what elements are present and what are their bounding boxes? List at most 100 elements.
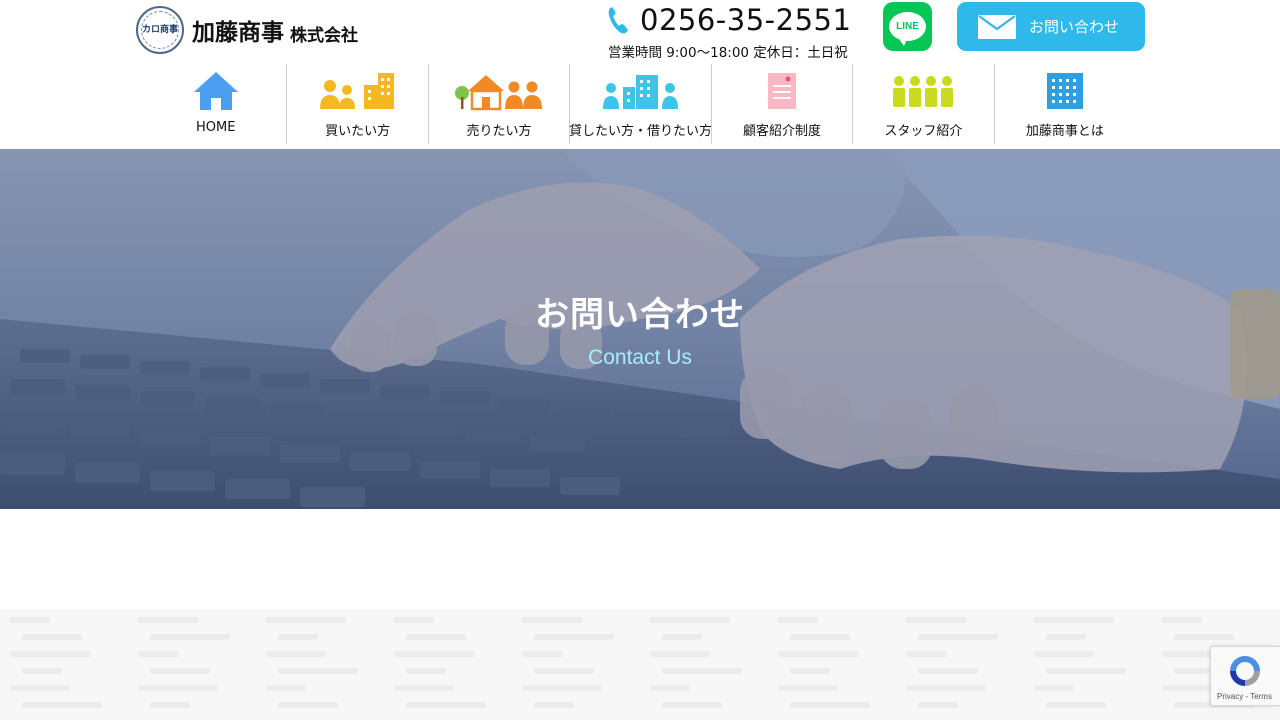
background-pattern-mark (150, 702, 190, 708)
contact-button[interactable]: お問い合わせ (957, 2, 1145, 51)
nav-label: スタッフ紹介 (884, 124, 963, 139)
line-icon: LINE (889, 12, 926, 46)
background-pattern-mark (278, 702, 338, 708)
background-pattern-mark (522, 685, 602, 691)
phone-icon (606, 4, 630, 36)
logo-emblem-text: カロ商事 (141, 25, 178, 35)
site-header: カロ商事 加藤商事 株式会社 0256-35-2551 営業時間 9:00〜18… (0, 0, 1280, 64)
background-pattern-mark (790, 634, 850, 640)
background-pattern-mark (522, 617, 582, 623)
nav-item-referral[interactable]: 顧客紹介制度 (710, 64, 852, 144)
nav-label: 貸したい方・借りたい方 (569, 124, 713, 139)
background-pattern-mark (1046, 634, 1086, 640)
phone-block: 0256-35-2551 営業時間 9:00〜18:00 定休日：土日祝 (606, 3, 866, 61)
background-pattern-mark (138, 685, 218, 691)
background-pattern-mark (278, 668, 358, 674)
background-pattern-mark (266, 617, 346, 623)
nav-label: 買いたい方 (325, 124, 391, 139)
nav-label: 加藤商事とは (1025, 124, 1104, 139)
nav-item-rental[interactable]: 貸したい方・借りたい方 (569, 64, 713, 144)
background-pattern-mark (22, 634, 82, 640)
background-pattern-mark (1034, 651, 1094, 657)
nav-item-about[interactable]: 加藤商事とは (993, 64, 1135, 144)
rental-icon (602, 68, 679, 114)
background-pattern-mark (1046, 702, 1106, 708)
background-pattern-mark (650, 617, 730, 623)
line-label: LINE (896, 21, 919, 32)
phone-number[interactable]: 0256-35-2551 (640, 3, 851, 37)
background-pattern-mark (406, 702, 486, 708)
background-pattern-mark (906, 617, 966, 623)
site-logo[interactable]: カロ商事 加藤商事 株式会社 (136, 6, 358, 54)
recaptcha-links[interactable]: Privacy - Terms (1217, 692, 1272, 701)
logo-emblem-icon: カロ商事 (136, 6, 184, 54)
background-pattern-mark (1174, 668, 1214, 674)
background-pattern-mark (650, 685, 690, 691)
company-suffix: 株式会社 (290, 25, 358, 46)
background-pattern-mark (138, 617, 198, 623)
background-pattern-mark (138, 651, 178, 657)
nav-item-buyers[interactable]: 買いたい方 (286, 64, 427, 144)
background-pattern-mark (906, 685, 986, 691)
background-pattern-mark (22, 702, 102, 708)
background-pattern-mark (1046, 668, 1126, 674)
background-pattern-mark (394, 685, 454, 691)
background-pattern-mark (22, 668, 62, 674)
company-building-icon (1046, 68, 1084, 114)
company-name: 加藤商事 (192, 20, 284, 46)
nav-item-staff[interactable]: スタッフ紹介 (852, 64, 993, 144)
background-pattern-mark (10, 685, 70, 691)
background-pattern-mark (662, 634, 702, 640)
background-pattern-mark (778, 685, 838, 691)
background-pattern-mark (266, 685, 306, 691)
nav-label: HOME (195, 120, 236, 135)
background-pattern-mark (1034, 617, 1114, 623)
background-pattern-mark (778, 617, 818, 623)
background-pattern-mark (266, 651, 326, 657)
background-pattern-mark (1162, 617, 1202, 623)
background-pattern-mark (662, 668, 742, 674)
page-subtitle: Contact Us (588, 346, 692, 369)
background-pattern-mark (790, 702, 870, 708)
background-pattern-mark (534, 634, 614, 640)
nav-item-home[interactable]: HOME (145, 64, 286, 144)
mail-icon (977, 13, 1017, 41)
hero-banner: お問い合わせ Contact Us (0, 149, 1280, 509)
page-title: お問い合わせ (535, 295, 745, 335)
nav-label: 売りたい方 (466, 124, 532, 139)
background-pattern-mark (778, 651, 858, 657)
background-pattern-mark (650, 651, 710, 657)
staff-icon (892, 68, 954, 114)
background-pattern-mark (918, 634, 998, 640)
referral-document-icon (766, 68, 798, 114)
background-pattern-mark (1034, 685, 1074, 691)
background-pattern-mark (394, 651, 474, 657)
home-icon (192, 68, 240, 114)
line-button[interactable]: LINE (883, 2, 932, 51)
background-pattern-mark (1174, 634, 1234, 640)
nav-item-sellers[interactable]: 売りたい方 (427, 64, 569, 144)
background-pattern-mark (278, 634, 318, 640)
background-pattern-mark (662, 702, 722, 708)
background-pattern-mark (10, 617, 50, 623)
recaptcha-icon (1230, 656, 1260, 686)
background-pattern-mark (150, 668, 210, 674)
background-pattern-mark (10, 651, 90, 657)
background-pattern-mark (394, 617, 434, 623)
contact-button-label: お問い合わせ (1029, 18, 1120, 36)
background-pattern-mark (790, 668, 830, 674)
background-pattern-mark (522, 651, 562, 657)
background-pattern-mark (534, 702, 574, 708)
background-pattern-mark (534, 668, 594, 674)
background-pattern-mark (918, 668, 978, 674)
main-nav: HOME 買いたい方 売りたい方 貸したい方・借りたい方 顧客紹介制度 スタッフ… (145, 64, 1135, 144)
buyers-icon (319, 68, 396, 114)
background-pattern-mark (150, 634, 230, 640)
background-pattern-mark (906, 651, 946, 657)
background-pattern-mark (918, 702, 958, 708)
background-pattern-mark (406, 634, 466, 640)
nav-label: 顧客紹介制度 (742, 124, 821, 139)
background-pattern-mark (406, 668, 446, 674)
recaptcha-badge[interactable]: Privacy - Terms (1210, 646, 1280, 706)
business-hours: 営業時間 9:00〜18:00 定休日：土日祝 (608, 45, 848, 61)
